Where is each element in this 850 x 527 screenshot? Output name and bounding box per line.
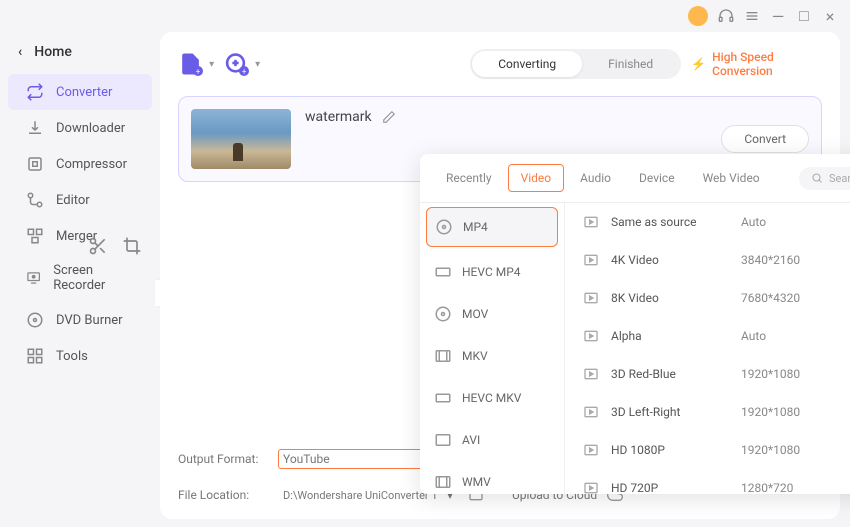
back-home[interactable]: ‹ Home <box>0 40 160 74</box>
resolution-row[interactable]: 3D Red-Blue1920*1080 <box>565 355 850 393</box>
film-icon <box>434 431 452 449</box>
format-tabs: Recently Video Audio Device Web Video Se… <box>420 154 850 203</box>
add-file-button[interactable]: + <box>178 50 203 78</box>
hevc-icon <box>434 263 452 281</box>
video-thumbnail[interactable] <box>191 109 291 169</box>
sidebar-item-label: DVD Burner <box>56 313 123 328</box>
dvd-icon <box>26 311 44 329</box>
format-wmv[interactable]: WMV <box>420 461 564 494</box>
format-selector-popup: Recently Video Audio Device Web Video Se… <box>420 154 850 494</box>
output-format-select[interactable]: YouTube ▾ <box>278 449 438 469</box>
resolution-row[interactable]: 4K Video3840*2160 <box>565 241 850 279</box>
merger-icon <box>26 227 44 245</box>
play-icon <box>583 404 599 420</box>
lightning-icon: ⚡ <box>691 57 706 71</box>
play-icon <box>583 214 599 230</box>
sidebar-item-compressor[interactable]: Compressor <box>8 146 152 182</box>
resolution-row[interactable]: HD 720P1280*720 <box>565 469 850 494</box>
close-button[interactable]: × <box>822 8 838 24</box>
tab-finished[interactable]: Finished <box>582 51 679 77</box>
resolution-row[interactable]: 8K Video7680*4320 <box>565 279 850 317</box>
chevron-down-icon[interactable]: ▾ <box>209 59 214 70</box>
sidebar-item-label: Compressor <box>56 157 127 172</box>
format-avi[interactable]: AVI <box>420 419 564 461</box>
high-speed-conversion[interactable]: ⚡ High Speed Conversion <box>691 50 822 78</box>
disc-icon <box>435 218 453 236</box>
play-icon <box>583 290 599 306</box>
cut-icon[interactable] <box>88 236 108 256</box>
home-label: Home <box>34 44 72 60</box>
chevron-left-icon: ‹ <box>18 44 22 60</box>
sidebar-item-screen-recorder[interactable]: Screen Recorder <box>8 254 152 302</box>
play-icon <box>583 252 599 268</box>
sidebar-item-label: Downloader <box>56 121 125 136</box>
film-icon <box>434 347 452 365</box>
play-icon <box>583 480 599 494</box>
title-bar: — □ × <box>0 0 850 32</box>
hsc-label: High Speed Conversion <box>712 50 822 78</box>
tab-device[interactable]: Device <box>627 165 687 191</box>
search-icon <box>811 172 823 184</box>
minimize-button[interactable]: — <box>770 8 786 24</box>
hevc-icon <box>434 389 452 407</box>
user-avatar[interactable] <box>688 6 708 26</box>
film-icon <box>434 473 452 491</box>
resolution-row[interactable]: Same as sourceAuto <box>565 203 850 241</box>
format-hevc-mp4[interactable]: HEVC MP4 <box>420 251 564 293</box>
edit-name-icon[interactable] <box>382 110 396 124</box>
tools-icon <box>26 347 44 365</box>
video-tools <box>88 236 142 256</box>
tab-recently[interactable]: Recently <box>434 165 504 191</box>
sidebar-item-downloader[interactable]: Downloader <box>8 110 152 146</box>
download-icon <box>26 119 44 137</box>
play-icon <box>583 442 599 458</box>
editor-icon <box>26 191 44 209</box>
tab-audio[interactable]: Audio <box>568 165 623 191</box>
sidebar: ‹ Home Converter Downloader Compressor E… <box>0 32 160 527</box>
format-search[interactable]: Search <box>799 167 850 190</box>
menu-icon[interactable] <box>744 8 760 24</box>
format-mov[interactable]: MOV <box>420 293 564 335</box>
file-location-label: File Location: <box>178 488 268 502</box>
sidebar-item-label: Converter <box>56 85 112 100</box>
chevron-down-icon[interactable]: ▾ <box>255 59 260 70</box>
status-toggle: Converting Finished <box>470 49 681 79</box>
format-hevc-mkv[interactable]: HEVC MKV <box>420 377 564 419</box>
tab-web-video[interactable]: Web Video <box>691 165 772 191</box>
main-content: + ▾ + ▾ Converting Finished ⚡ High Speed… <box>160 32 840 519</box>
compress-icon <box>26 155 44 173</box>
format-mkv[interactable]: MKV <box>420 335 564 377</box>
disc-icon <box>434 305 452 323</box>
resolution-row[interactable]: 3D Left-Right1920*1080 <box>565 393 850 431</box>
toolbar: + ▾ + ▾ Converting Finished ⚡ High Speed… <box>178 46 822 82</box>
screen-icon <box>26 269 41 287</box>
tab-converting[interactable]: Converting <box>472 51 582 77</box>
sidebar-item-editor[interactable]: Editor <box>8 182 152 218</box>
headset-icon[interactable] <box>718 8 734 24</box>
converter-icon <box>26 83 44 101</box>
sidebar-item-converter[interactable]: Converter <box>8 74 152 110</box>
format-list: MP4 HEVC MP4 MOV MKV HEVC MKV AVI WMV M4… <box>420 203 565 494</box>
resolution-row[interactable]: HD 1080P1920*1080 <box>565 431 850 469</box>
video-name: watermark <box>305 109 372 125</box>
crop-icon[interactable] <box>122 236 142 256</box>
resolution-row[interactable]: AlphaAuto <box>565 317 850 355</box>
add-url-button[interactable]: + <box>224 50 249 78</box>
sidebar-item-label: Screen Recorder <box>53 263 134 293</box>
maximize-button[interactable]: □ <box>796 8 812 24</box>
sidebar-item-label: Editor <box>56 193 90 208</box>
tab-video[interactable]: Video <box>508 164 565 192</box>
search-placeholder: Search <box>829 172 850 185</box>
sidebar-item-label: Tools <box>56 349 88 364</box>
plus-icon: + <box>193 66 203 76</box>
resolution-list: Same as sourceAuto 4K Video3840*2160 8K … <box>565 203 850 494</box>
play-icon <box>583 328 599 344</box>
format-mp4[interactable]: MP4 <box>426 207 558 247</box>
sidebar-item-dvd-burner[interactable]: DVD Burner <box>8 302 152 338</box>
play-icon <box>583 366 599 382</box>
output-format-label: Output Format: <box>178 452 268 466</box>
convert-button[interactable]: Convert <box>721 125 809 153</box>
sidebar-item-tools[interactable]: Tools <box>8 338 152 374</box>
